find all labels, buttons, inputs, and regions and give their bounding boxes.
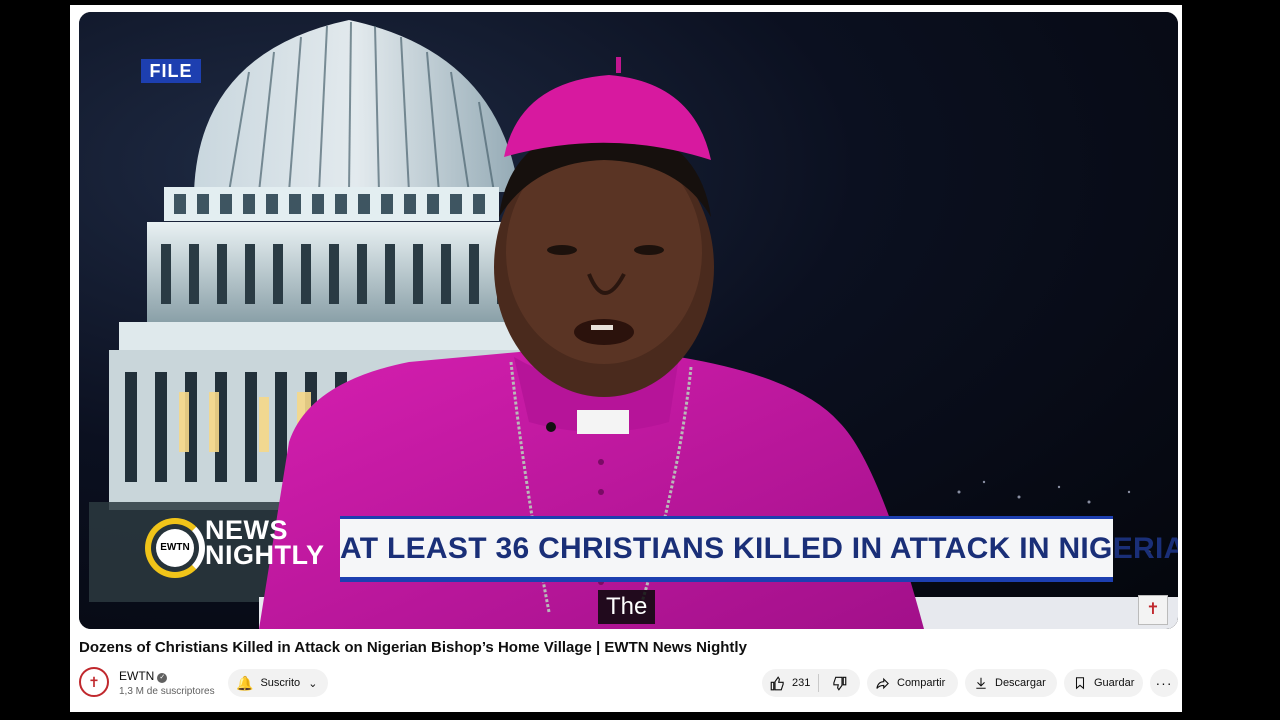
subscriber-count: 1,3 M de suscriptores: [119, 686, 215, 697]
like-count: 231: [792, 677, 811, 689]
subscribed-button[interactable]: 🔔 Suscrito ⌄: [228, 669, 328, 697]
video-title: Dozens of Christians Killed in Attack on…: [79, 639, 747, 656]
ewtn-news-nightly-logo: EWTN NEWS NIGHTLY: [145, 512, 335, 582]
download-label: Descargar: [995, 677, 1046, 689]
file-footage-badge: FILE: [141, 59, 201, 83]
share-button[interactable]: Compartir: [867, 669, 958, 697]
ewtn-logo-mark: EWTN: [156, 529, 194, 567]
chevron-down-icon: ⌄: [308, 677, 318, 690]
logo-text-nightly: NIGHTLY: [205, 540, 325, 570]
video-player[interactable]: FILE EWTN NEWS NIGHTLY AT LEAST 36 CHRIS…: [79, 12, 1178, 629]
download-icon: [976, 677, 986, 689]
verified-icon: ✓: [157, 673, 168, 683]
share-icon: [876, 677, 889, 689]
subscribed-label: Suscrito: [260, 677, 301, 689]
more-actions-button[interactable]: ···: [1150, 669, 1178, 697]
watch-page: FILE EWTN NEWS NIGHTLY AT LEAST 36 CHRIS…: [70, 5, 1182, 712]
bookmark-icon: [1075, 677, 1085, 690]
channel-name[interactable]: EWTN: [119, 669, 154, 683]
more-icon: ···: [1155, 675, 1173, 691]
download-button[interactable]: Descargar: [965, 669, 1057, 697]
share-label: Compartir: [897, 677, 946, 689]
save-button[interactable]: Guardar: [1064, 669, 1143, 697]
dislike-button[interactable]: [819, 669, 859, 697]
channel-avatar[interactable]: ✝: [79, 667, 109, 697]
channel-name-row[interactable]: EWTN ✓: [119, 669, 168, 683]
logo-text: NEWS NIGHTLY: [205, 517, 325, 570]
bell-icon: 🔔: [236, 675, 254, 691]
save-label: Guardar: [1094, 677, 1135, 689]
thumbs-down-icon: [832, 676, 846, 691]
closed-caption: The: [598, 590, 656, 624]
like-button[interactable]: 231: [762, 669, 818, 697]
channel-watermark-icon[interactable]: ✝: [1138, 595, 1168, 625]
lower-third-banner: AT LEAST 36 CHRISTIANS KILLED IN ATTACK …: [340, 516, 1178, 582]
like-dislike-group: 231: [762, 669, 860, 697]
headline-text: AT LEAST 36 CHRISTIANS KILLED IN ATTACK …: [340, 532, 1178, 565]
ewtn-logo-ring: EWTN: [145, 518, 205, 578]
thumbs-up-icon: [770, 675, 784, 690]
